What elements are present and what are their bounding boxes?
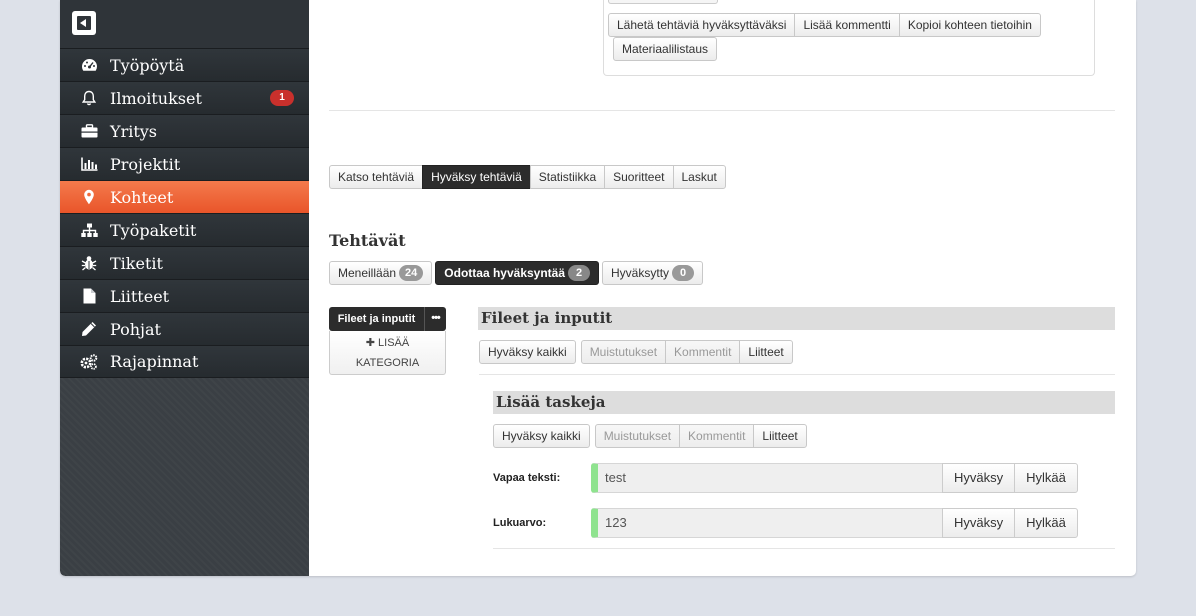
sitemap-icon <box>80 222 98 238</box>
filter-hyvaksytty-button[interactable]: Hyväksytty 0 <box>602 261 704 285</box>
sidebar-header <box>60 0 309 48</box>
category-label: Fileet ja inputit <box>337 313 416 325</box>
filter-meneillaan-button[interactable]: Meneillään 24 <box>329 261 433 285</box>
sidebar-item-kohteet[interactable]: Kohteet <box>60 180 309 213</box>
tab-statistiikka[interactable]: Statistiikka <box>529 165 606 189</box>
task-actions-group: Lähetä tehtäviä hyväksyttäväksi Lisää ko… <box>608 13 1041 37</box>
sidebar-item-ilmoitukset[interactable]: Ilmoitukset 1 <box>60 81 309 114</box>
panel-stub <box>608 0 718 4</box>
gears-icon <box>80 353 98 370</box>
divider <box>479 374 1115 375</box>
divider <box>493 548 1115 549</box>
count-badge: 24 <box>399 265 424 281</box>
sidebar-item-label: Ilmoitukset <box>110 88 202 108</box>
approve-all-button[interactable]: Hyväksy kaikki <box>479 340 576 364</box>
sidebar-item-tiketit[interactable]: Tiketit <box>60 246 309 279</box>
file-icon <box>80 288 98 304</box>
field-row-vapaa-teksti: Vapaa teksti: test Hyväksy Hylkää <box>493 463 1083 493</box>
filter-kommentit[interactable]: Kommentit <box>679 424 755 448</box>
tab-laskut[interactable]: Laskut <box>672 165 726 189</box>
map-marker-icon <box>80 189 98 205</box>
sidebar-item-yritys[interactable]: Yritys <box>60 114 309 147</box>
add-category-label-1: LISÄÄ <box>378 337 410 349</box>
filter-label: Hyväksytty <box>611 266 670 280</box>
free-text-value: test <box>591 463 943 493</box>
back-arrow-icon <box>80 19 86 27</box>
sidebar: Työpöytä Ilmoitukset 1 Yritys Projektit <box>60 0 309 576</box>
app-window: Työpöytä Ilmoitukset 1 Yritys Projektit <box>60 0 1136 576</box>
sidebar-nav: Työpöytä Ilmoitukset 1 Yritys Projektit <box>60 48 309 378</box>
filter-liitteet[interactable]: Liitteet <box>739 340 793 364</box>
sidebar-item-label: Rajapinnat <box>110 352 199 371</box>
field-label: Lukuarvo: <box>493 517 547 529</box>
more-options-icon[interactable]: ••• <box>424 307 446 331</box>
count-badge: 0 <box>672 265 695 281</box>
material-list-button[interactable]: Materiaalilistaus <box>613 37 718 61</box>
notification-count-badge: 1 <box>270 90 294 106</box>
sidebar-item-projektit[interactable]: Projektit <box>60 147 309 180</box>
tab-hyvaksy-tehtavia[interactable]: Hyväksy tehtäviä <box>422 165 531 189</box>
bug-icon <box>80 255 98 271</box>
add-category-button[interactable]: ✚ LISÄÄ KATEGORIA <box>329 331 446 375</box>
add-category-label-2: KATEGORIA <box>355 357 420 369</box>
sidebar-item-label: Pohjat <box>110 319 161 339</box>
sidebar-item-tyopoyta[interactable]: Työpöytä <box>60 48 309 81</box>
send-for-approval-button[interactable]: Lähetä tehtäviä hyväksyttäväksi <box>608 13 796 37</box>
pencil-icon <box>80 321 98 337</box>
plus-icon: ✚ <box>365 337 375 349</box>
actions-panel: Lähetä tehtäviä hyväksyttäväksi Lisää ko… <box>603 0 1095 76</box>
briefcase-icon <box>80 123 98 139</box>
main-content: Lähetä tehtäviä hyväksyttäväksi Lisää ko… <box>309 0 1136 576</box>
tasks-title: Tehtävät <box>329 231 406 250</box>
sidebar-item-label: Työpaketit <box>110 220 197 240</box>
sidebar-item-label: Kohteet <box>110 187 174 207</box>
approve-field-button[interactable]: Hyväksy <box>942 508 1016 538</box>
view-tabs: Katso tehtäviä Hyväksy tehtäviä Statisti… <box>329 165 726 189</box>
category-item-active[interactable]: Fileet ja inputit ••• <box>329 307 446 331</box>
divider <box>329 110 1115 111</box>
panel-filter-group: Muistutukset Kommentit Liitteet <box>580 340 793 364</box>
category-list: Fileet ja inputit ••• ✚ LISÄÄ KATEGORIA <box>329 307 446 375</box>
bar-chart-icon <box>80 156 98 172</box>
filter-liitteet[interactable]: Liitteet <box>753 424 807 448</box>
reject-field-button[interactable]: Hylkää <box>1014 463 1078 493</box>
sidebar-item-rajapinnat[interactable]: Rajapinnat <box>60 345 309 378</box>
collapse-sidebar-button[interactable] <box>72 11 96 35</box>
sidebar-item-label: Tiketit <box>110 253 163 273</box>
sidebar-item-pohjat[interactable]: Pohjat <box>60 312 309 345</box>
approve-all-button[interactable]: Hyväksy kaikki <box>493 424 590 448</box>
filter-label: Odottaa hyväksyntää <box>444 266 566 280</box>
filter-kommentit[interactable]: Kommentit <box>665 340 741 364</box>
sidebar-item-tyopaketit[interactable]: Työpaketit <box>60 213 309 246</box>
reject-field-button[interactable]: Hylkää <box>1014 508 1078 538</box>
number-value: 123 <box>591 508 943 538</box>
count-badge: 2 <box>568 265 591 281</box>
field-label: Vapaa teksti: <box>493 472 561 484</box>
sidebar-item-label: Liitteet <box>110 286 170 306</box>
tab-katso-tehtavia[interactable]: Katso tehtäviä <box>329 165 424 189</box>
bell-icon <box>80 90 98 106</box>
sidebar-item-label: Projektit <box>110 154 181 174</box>
tab-suoritteet[interactable]: Suoritteet <box>604 165 674 189</box>
subpanel-filter-group: Muistutukset Kommentit Liitteet <box>594 424 807 448</box>
filter-odottaa-hyvaksyntaa-button[interactable]: Odottaa hyväksyntää 2 <box>435 261 600 285</box>
filter-muistutukset[interactable]: Muistutukset <box>580 340 667 364</box>
filter-label: Meneillään <box>338 266 397 280</box>
field-row-lukuarvo: Lukuarvo: 123 Hyväksy Hylkää <box>493 508 1083 538</box>
subpanel-title: Lisää taskeja <box>493 391 1115 414</box>
filter-muistutukset[interactable]: Muistutukset <box>594 424 681 448</box>
sidebar-item-label: Yritys <box>110 121 158 141</box>
dashboard-icon <box>80 57 98 73</box>
copy-to-info-button[interactable]: Kopioi kohteen tietoihin <box>898 13 1041 37</box>
add-comment-button[interactable]: Lisää kommentti <box>794 13 900 37</box>
sidebar-item-label: Työpöytä <box>110 55 185 75</box>
approve-field-button[interactable]: Hyväksy <box>942 463 1016 493</box>
category-panel-title: Fileet ja inputit <box>478 307 1115 330</box>
sidebar-item-liitteet[interactable]: Liitteet <box>60 279 309 312</box>
